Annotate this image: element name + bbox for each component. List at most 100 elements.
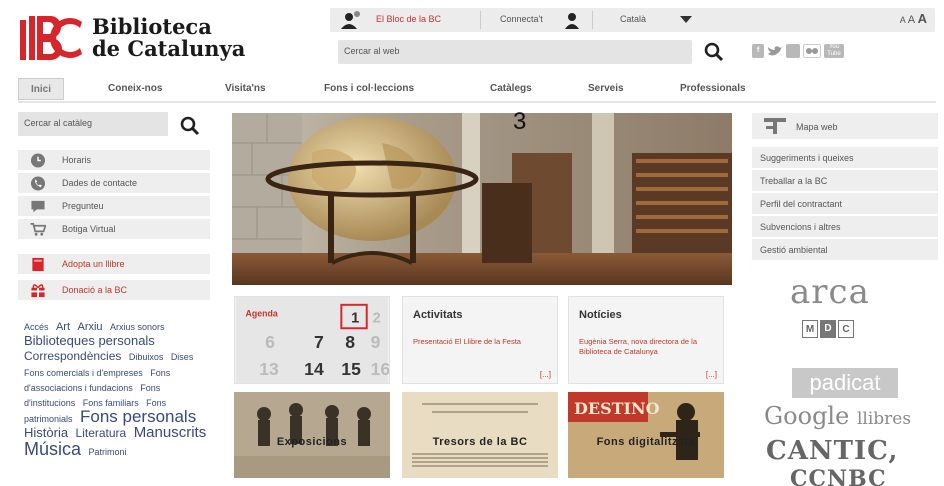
- sidebar-item-horaris[interactable]: Horaris: [18, 150, 210, 171]
- arca-logo[interactable]: arca: [790, 272, 870, 312]
- tag-link[interactable]: Biblioteques personals: [24, 333, 155, 348]
- card-title: Notícies: [579, 309, 622, 321]
- tag-link[interactable]: Correspondències: [24, 349, 121, 363]
- google-wordmark: Google: [764, 402, 850, 430]
- bc-logo-icon[interactable]: [20, 14, 84, 62]
- tag-link[interactable]: Accés: [24, 322, 49, 332]
- sidebar-item-label: Horaris: [62, 155, 92, 165]
- tile-title: Exposicions: [276, 436, 348, 448]
- user-icon[interactable]: [563, 11, 581, 29]
- sitemap-label: Mapa web: [796, 122, 838, 132]
- padicat-logo[interactable]: padicat: [792, 368, 898, 398]
- sidebar-item-pregunteu[interactable]: Pregunteu: [18, 196, 210, 217]
- flickr-icon[interactable]: [803, 44, 821, 58]
- sitemap-link[interactable]: Mapa web: [752, 113, 938, 139]
- tresors-tile[interactable]: Tresors de la BC: [402, 392, 558, 478]
- tag-link[interactable]: Manuscrits: [134, 424, 207, 441]
- mdc-letter: C: [838, 320, 854, 338]
- chevron-down-icon[interactable]: [680, 16, 692, 23]
- agenda-date: 8: [345, 332, 355, 352]
- right-link-gestio[interactable]: Gestió ambiental: [752, 239, 938, 261]
- agenda-label: Agenda: [246, 309, 278, 319]
- sidebar-item-donacio[interactable]: Donació a la BC: [18, 280, 210, 301]
- right-link-treballar[interactable]: Treballar a la BC: [752, 170, 938, 192]
- tab-fons-col-leccions[interactable]: Fons i col·leccions: [324, 78, 414, 100]
- cantic-logo[interactable]: CANTIC,: [766, 436, 898, 466]
- text-size-small[interactable]: A: [900, 15, 906, 25]
- text-size-controls[interactable]: A A A: [900, 11, 927, 26]
- divider: [480, 11, 481, 29]
- tile-title: Fons digitalitzats: [596, 436, 696, 448]
- connect-link[interactable]: Connecta't: [500, 14, 543, 24]
- chat-bubble-icon: [31, 200, 45, 213]
- tab-inici[interactable]: Inici: [18, 78, 65, 100]
- tab-serveis[interactable]: Serveis: [588, 78, 624, 100]
- twitter-icon[interactable]: [767, 44, 783, 58]
- tag-link[interactable]: Arxius sonors: [110, 322, 165, 332]
- blog-link[interactable]: El Bloc de la BC: [376, 14, 441, 24]
- card-text[interactable]: Eugènia Serra, nova directora de la Bibl…: [579, 337, 715, 357]
- sidebar-item-adopta[interactable]: Adopta un llibre: [18, 254, 210, 275]
- web-search-input[interactable]: Cercar al web: [338, 40, 692, 64]
- youtube-icon[interactable]: You Tube: [824, 44, 844, 58]
- sidebar-item-label: Pregunteu: [62, 201, 104, 211]
- search-icon[interactable]: [180, 116, 200, 136]
- hero-image[interactable]: [232, 113, 732, 285]
- tag-link[interactable]: Música: [24, 439, 81, 459]
- language-select[interactable]: Català: [620, 14, 646, 24]
- sidebar-item-botiga[interactable]: Botiga Virtual: [18, 219, 210, 240]
- activitats-card[interactable]: Activitats Presentació El Llibre de la F…: [402, 296, 558, 384]
- tag-link[interactable]: Patrimoni: [88, 447, 126, 457]
- right-link-suggeriments[interactable]: Suggeriments i queixes: [752, 147, 938, 169]
- card-title: Activitats: [413, 309, 463, 321]
- tab-coneix-nos[interactable]: Coneix-nos: [108, 78, 162, 100]
- social-links: f You Tube: [752, 44, 844, 64]
- search-icon[interactable]: [704, 42, 724, 62]
- sidebar-item-label: Adopta un llibre: [62, 259, 125, 269]
- text-size-large[interactable]: A: [918, 11, 927, 26]
- agenda-date: 15: [341, 359, 361, 379]
- tag-link[interactable]: Art: [56, 321, 70, 333]
- tag-link[interactable]: Dibuixos: [129, 352, 164, 362]
- more-link[interactable]: [...]: [540, 370, 551, 379]
- agenda-date: 9: [371, 332, 381, 352]
- exposicions-tile[interactable]: Exposicions: [234, 392, 390, 478]
- sidebar-item-contacte[interactable]: Dades de contacte: [18, 173, 210, 194]
- card-text[interactable]: Presentació El Llibre de la Festa: [413, 337, 549, 347]
- right-link-perfil[interactable]: Perfil del contractant: [752, 193, 938, 215]
- facebook-icon[interactable]: f: [752, 44, 764, 58]
- noticies-card[interactable]: Notícies Eugènia Serra, nova directora d…: [568, 296, 724, 384]
- tag-link[interactable]: Literatura: [76, 426, 127, 440]
- tag-link[interactable]: Dises: [171, 352, 194, 362]
- sidebar-item-label: Donació a la BC: [62, 285, 128, 295]
- fons-digitalitzats-tile[interactable]: DESTINO Fons digitalitzats: [568, 392, 724, 478]
- ccnbc-logo[interactable]: CCNBC: [790, 466, 887, 486]
- tag-link[interactable]: Fons personals: [80, 407, 196, 426]
- site-title[interactable]: Biblioteca de Catalunya: [92, 16, 245, 60]
- cart-icon: [30, 223, 46, 236]
- tag-link[interactable]: Fons comercials i d'empreses: [24, 368, 143, 378]
- site-title-line2: de Catalunya: [92, 36, 246, 61]
- rss-icon[interactable]: [786, 44, 800, 58]
- slide-indicator[interactable]: 3: [513, 108, 526, 136]
- catalog-search-input[interactable]: Cercar al catàleg: [18, 112, 168, 136]
- agenda-date: 1: [351, 310, 359, 326]
- sitemap-icon: [764, 118, 786, 134]
- agenda-card[interactable]: Agenda 1 2 6 7 8 9 13 14 15 16: [234, 296, 390, 384]
- more-link[interactable]: [...]: [706, 370, 717, 379]
- right-link-subvencions[interactable]: Subvencions i altres: [752, 216, 938, 238]
- clock-icon: [30, 153, 46, 168]
- google-books-logo[interactable]: Google llibres: [764, 402, 911, 430]
- tab-professionals[interactable]: Professionals: [680, 78, 746, 100]
- mdc-letter: M: [802, 320, 818, 338]
- mdc-logo[interactable]: M D C: [802, 320, 854, 338]
- nav-divider: [18, 101, 936, 103]
- destino-masthead: DESTINO: [574, 399, 660, 418]
- tab-catalegs[interactable]: Catàlegs: [490, 78, 532, 100]
- tag-cloud: Accés Art Arxiu Arxius sonors Bibliotequ…: [24, 318, 212, 458]
- tag-link[interactable]: Arxiu: [77, 321, 102, 333]
- agenda-date: 6: [265, 332, 275, 352]
- text-size-medium[interactable]: A: [908, 14, 915, 26]
- exposicions-image: [234, 392, 390, 478]
- tab-visitans[interactable]: Visita'ns: [225, 78, 266, 100]
